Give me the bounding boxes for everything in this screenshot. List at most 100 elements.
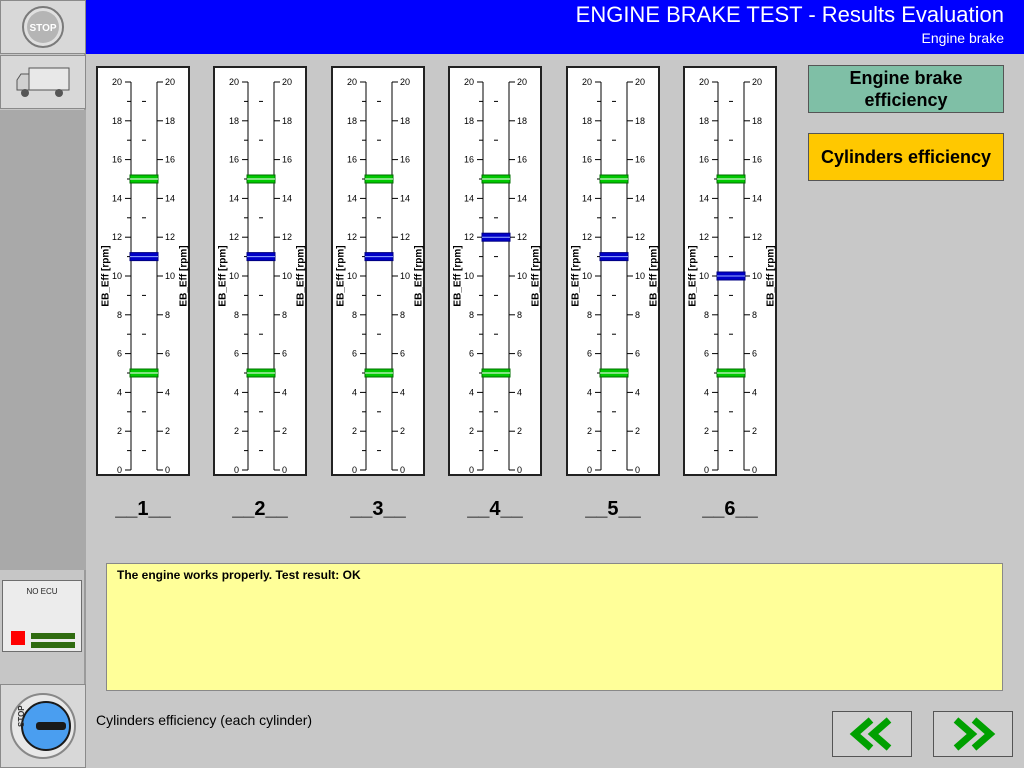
tick-label-left: 20	[347, 77, 357, 87]
tick-label-right: 18	[752, 116, 762, 126]
back-button[interactable]	[832, 711, 912, 757]
stop-button[interactable]: STOP	[0, 0, 86, 54]
tick-label-left: 16	[464, 155, 474, 165]
tick-label-right: 14	[517, 193, 527, 203]
tick-label-left: 0	[587, 465, 592, 475]
tick-label-right: 8	[400, 310, 405, 320]
tick-label-left: 20	[229, 77, 239, 87]
tick-label-right: 4	[635, 387, 640, 397]
tick-label-left: 0	[704, 465, 709, 475]
axis-label-right: EB_Eff [rpm]	[530, 245, 541, 306]
cylinder-gauge: 0 0 2 2 4 4 6 6 8 8 10 10 12 12 14 14 16 16 18 18 20 20 EB_Eff…	[213, 66, 307, 476]
tick-label-right: 14	[400, 193, 410, 203]
axis-label-right: EB_Eff [rpm]	[295, 245, 306, 306]
gauge-svg: 0 0 2 2 4 4 6 6 8 8 10 10 12 12 14 14 16 16 18 18 20 20 EB_Eff…	[687, 77, 776, 475]
tick-label-left: 14	[347, 193, 357, 203]
tick-label-right: 4	[400, 387, 405, 397]
tick-label-left: 4	[587, 387, 592, 397]
stop-icon-label: STOP	[29, 23, 56, 34]
tick-label-right: 12	[517, 232, 527, 242]
double-chevron-left-icon	[849, 717, 892, 751]
tick-label-right: 2	[400, 426, 405, 436]
tick-label-right: 8	[635, 310, 640, 320]
cylinder-gauge: 0 0 2 2 4 4 6 6 8 8 10 10 12 12 14 14 16 16 18 18 20 20 EB_Eff…	[683, 66, 777, 476]
cylinder-gauge: 0 0 2 2 4 4 6 6 8 8 10 10 12 12 14 14 16 16 18 18 20 20 EB_Eff…	[96, 66, 190, 476]
tick-label-right: 0	[635, 465, 640, 475]
tick-label-right: 0	[752, 465, 757, 475]
cylinder-label: __1__	[115, 498, 171, 520]
tick-label-right: 0	[517, 465, 522, 475]
tick-label-left: 6	[469, 349, 474, 359]
axis-label-left: EB_Eff [rpm]	[452, 245, 463, 306]
tick-label-left: 0	[234, 465, 239, 475]
tick-label-left: 10	[699, 271, 709, 281]
tick-label-left: 8	[234, 310, 239, 320]
page-title: ENGINE BRAKE TEST - Results Evaluation	[575, 2, 1004, 27]
tick-label-left: 12	[582, 232, 592, 242]
status-text: Cylinders efficiency (each cylinder)	[96, 712, 313, 728]
tick-label-left: 10	[229, 271, 239, 281]
tick-label-right: 2	[282, 426, 287, 436]
tick-label-right: 16	[165, 155, 175, 165]
sidebar: STOP NO ECU STOP	[0, 0, 86, 768]
tick-label-left: 8	[469, 310, 474, 320]
tick-label-right: 6	[400, 349, 405, 359]
tick-label-right: 12	[635, 232, 645, 242]
stop-switch-button[interactable]: STOP	[0, 684, 86, 768]
message-text: The engine works properly. Test result: …	[117, 568, 361, 582]
ecu-label: NO ECU	[26, 587, 58, 596]
cylinder-gauge: 0 0 2 2 4 4 6 6 8 8 10 10 12 12 14 14 16 16 18 18 20 20 EB_Eff…	[566, 66, 660, 476]
tick-label-left: 2	[234, 426, 239, 436]
tick-label-left: 20	[699, 77, 709, 87]
tick-label-right: 20	[635, 77, 645, 87]
tick-label-left: 16	[347, 155, 357, 165]
cylinder-gauge: 0 0 2 2 4 4 6 6 8 8 10 10 12 12 14 14 16 16 18 18 20 20 EB_Eff…	[448, 66, 542, 476]
tick-label-right: 14	[165, 193, 175, 203]
tick-label-right: 2	[165, 426, 170, 436]
tick-label-left: 12	[347, 232, 357, 242]
tick-label-right: 6	[282, 349, 287, 359]
tick-label-right: 0	[165, 465, 170, 475]
cylinders-efficiency-button[interactable]: Cylinders efficiency	[808, 133, 1004, 181]
cylinder-label: __4__	[467, 498, 523, 520]
tick-label-left: 0	[117, 465, 122, 475]
cylinder-label: __3__	[350, 498, 406, 520]
gauge-svg: 0 0 2 2 4 4 6 6 8 8 10 10 12 12 14 14 16 16 18 18 20 20 EB_Eff…	[335, 77, 424, 475]
tick-label-left: 18	[699, 116, 709, 126]
tick-label-right: 14	[752, 193, 762, 203]
tick-label-right: 4	[165, 387, 170, 397]
tick-label-left: 14	[699, 193, 709, 203]
tick-label-right: 16	[752, 155, 762, 165]
ecu-status-panel: NO ECU	[2, 580, 82, 652]
tick-label-right: 6	[635, 349, 640, 359]
tick-label-left: 14	[582, 193, 592, 203]
stop-icon: STOP	[22, 6, 64, 48]
tick-label-right: 8	[165, 310, 170, 320]
tick-label-right: 16	[282, 155, 292, 165]
tick-label-left: 18	[582, 116, 592, 126]
truck-button[interactable]	[0, 55, 86, 109]
cylinder-label: __2__	[232, 498, 288, 520]
ecu-bar	[31, 633, 75, 639]
tick-label-right: 10	[400, 271, 410, 281]
tick-label-left: 12	[229, 232, 239, 242]
axis-label-left: EB_Eff [rpm]	[570, 245, 581, 306]
tick-label-right: 4	[752, 387, 757, 397]
tick-label-right: 4	[517, 387, 522, 397]
tick-label-left: 16	[112, 155, 122, 165]
axis-label-right: EB_Eff [rpm]	[765, 245, 776, 306]
engine-brake-efficiency-button[interactable]: Engine brake efficiency	[808, 65, 1004, 113]
forward-button[interactable]	[933, 711, 1013, 757]
tick-label-right: 0	[282, 465, 287, 475]
tick-label-left: 12	[699, 232, 709, 242]
tick-label-right: 6	[517, 349, 522, 359]
tick-label-left: 20	[582, 77, 592, 87]
tick-label-right: 2	[517, 426, 522, 436]
axis-label-left: EB_Eff [rpm]	[335, 245, 346, 306]
tick-label-left: 16	[582, 155, 592, 165]
ecu-indicator-red	[11, 631, 25, 645]
tick-label-left: 16	[699, 155, 709, 165]
tick-label-left: 12	[464, 232, 474, 242]
tick-label-right: 18	[635, 116, 645, 126]
message-box: The engine works properly. Test result: …	[106, 563, 1003, 691]
